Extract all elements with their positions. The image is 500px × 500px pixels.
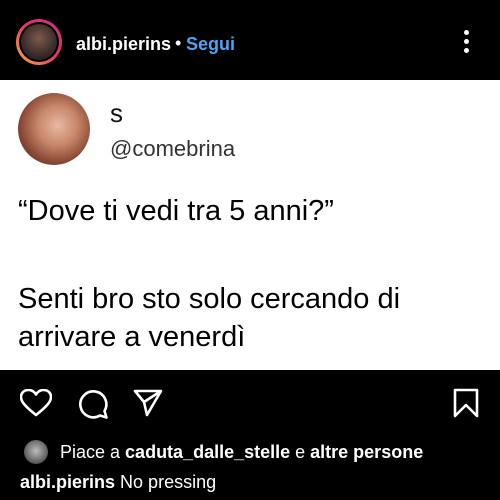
caption-username[interactable]: albi.pierins [20,472,115,492]
liker-avatar [24,440,48,464]
comment-icon[interactable] [77,388,109,420]
heart-icon[interactable] [20,389,52,417]
separator-dot: • [175,33,182,53]
bookmark-icon[interactable] [453,388,479,418]
likes-middle: e [290,442,311,462]
tweet-text-line2: Senti bro sto solo cercando di arrivare … [18,283,401,353]
tweet-handle: @comebrina [110,136,236,161]
action-bar [0,370,500,434]
author-username[interactable]: albi.pierins [76,33,171,55]
likes-row[interactable]: Piace a caduta_dalle_stelle e altre pers… [20,436,500,466]
liker-username[interactable]: caduta_dalle_stelle [125,442,290,462]
author-avatar[interactable] [16,19,62,65]
post-caption: albi.pierins No pressing [20,470,216,494]
post-header: albi.pierins • Segui [0,0,500,80]
likes-others[interactable]: altre persone [310,442,423,462]
caption-text: No pressing [120,472,217,492]
tweet-card: s @comebrina “Dove ti vedi tra 5 anni?” … [0,80,500,370]
share-icon[interactable] [133,389,163,417]
tweet-text-line1: “Dove ti vedi tra 5 anni?” [18,195,334,227]
tweet-display-name: s [110,98,123,128]
tweet-avatar [18,93,90,165]
follow-button[interactable]: Segui [186,33,235,55]
likes-text: Piace a caduta_dalle_stelle e altre pers… [60,441,423,463]
likes-prefix: Piace a [60,442,126,462]
more-vertical-icon[interactable] [458,30,474,58]
